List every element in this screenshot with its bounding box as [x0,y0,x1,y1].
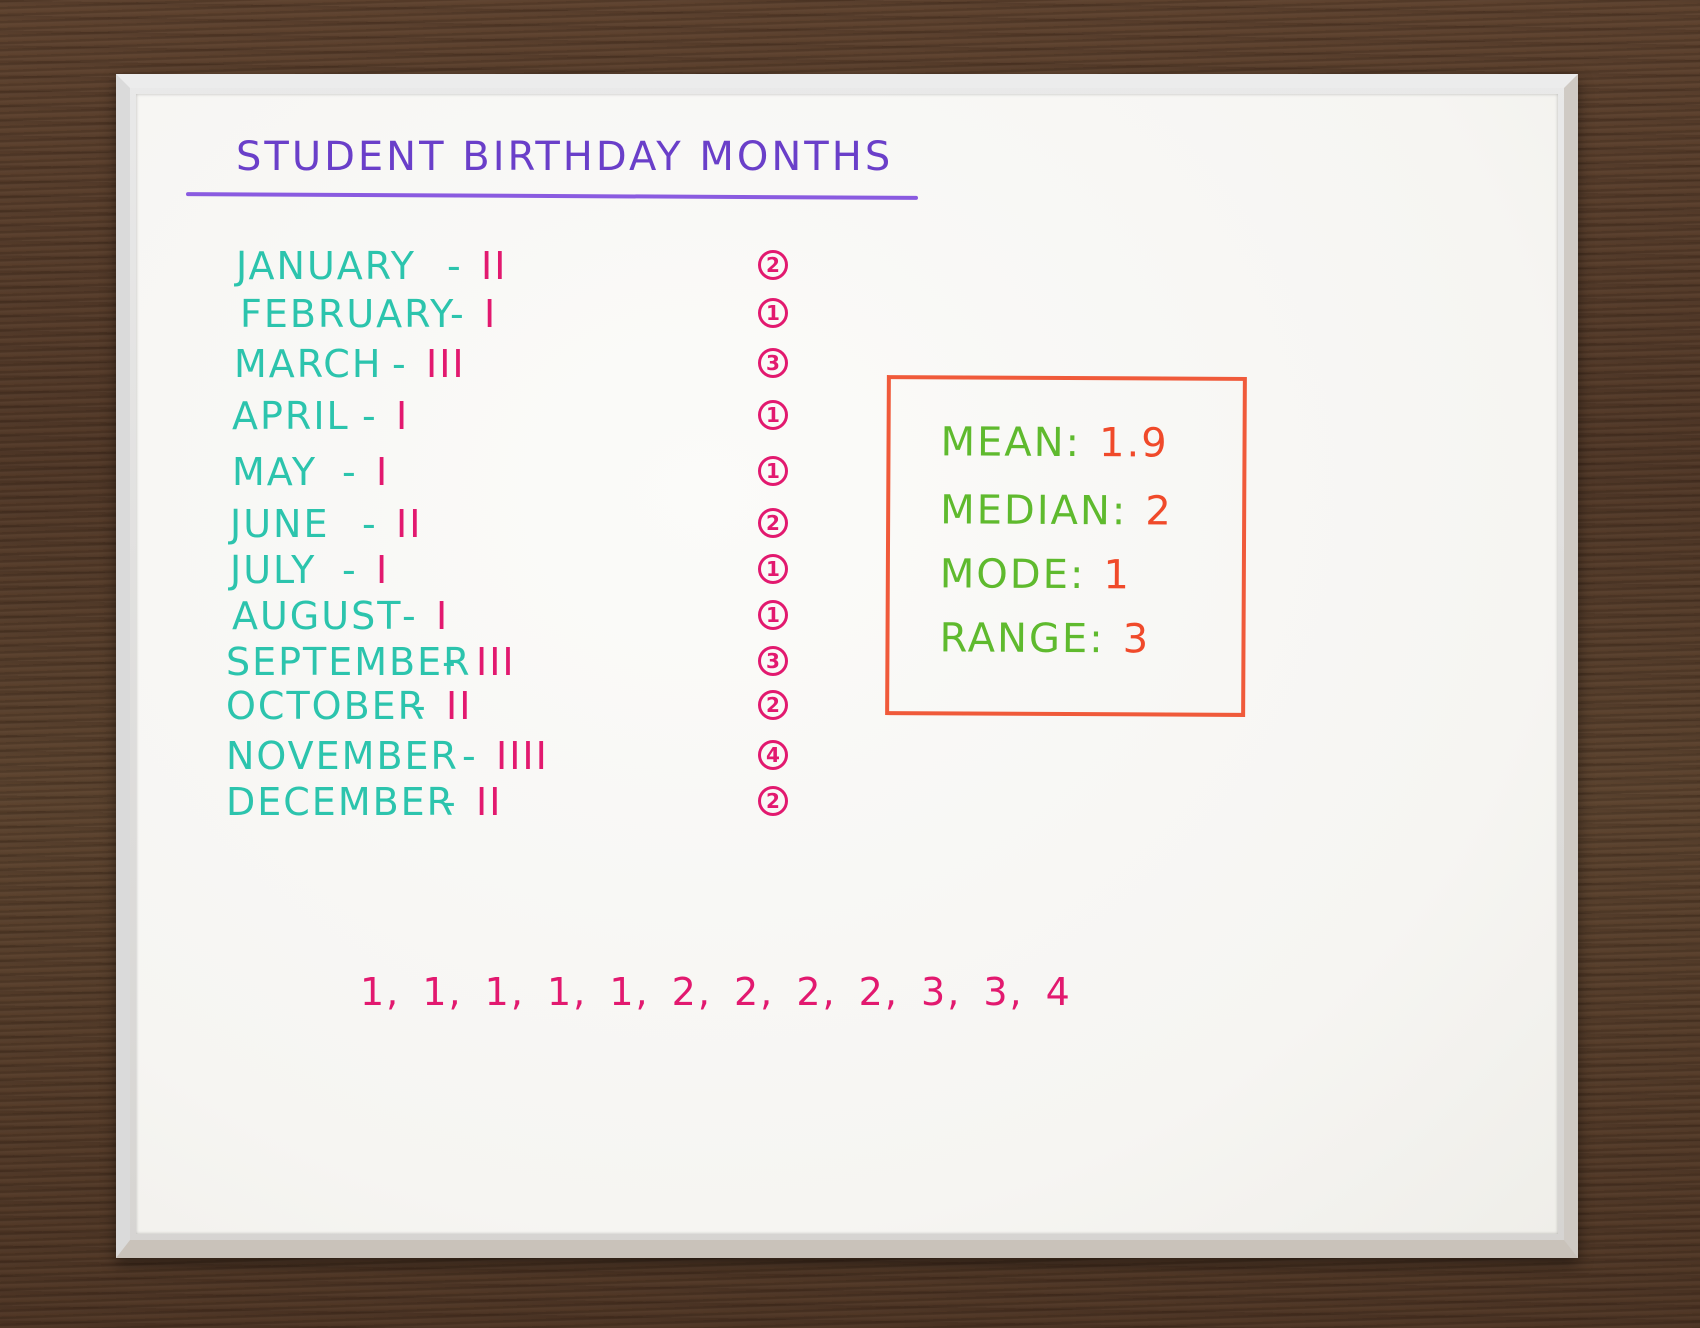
month-name: NOVEMBER [226,734,459,778]
tally-marks: II [396,502,423,546]
month-name: OCTOBER [226,684,427,728]
tally-marks: IIII [496,734,549,778]
month-separator: - [442,640,458,684]
month-name: AUGUST [232,594,403,638]
month-row-may: MAY - I 1 [226,450,788,500]
circled-count: 3 [758,646,788,676]
month-separator: - [462,734,478,778]
month-name: APRIL [232,394,350,438]
circled-count: 1 [758,600,788,630]
month-row-january: JANUARY - II 2 [226,244,788,294]
whiteboard-frame: STUDENT BIRTHDAY MONTHS JANUARY - II 2 FEBRU… [116,74,1578,1258]
month-row-february: FEBRUARY - I 1 [226,292,788,342]
circled-count: 4 [758,740,788,770]
month-row-september: SEPTEMBER - III 3 [226,640,788,690]
circled-count: 1 [758,456,788,486]
circled-count: 3 [758,348,788,378]
title-underline [185,192,919,200]
month-separator: - [450,292,466,336]
month-row-december: DECEMBER - II 2 [226,780,788,830]
tally-marks: II [476,780,503,824]
month-row-march: MARCH - III 3 [226,342,788,392]
stat-row-mode: MODE: 1 [940,551,1131,598]
stat-label: MEAN: [940,419,1082,467]
stat-label: RANGE: [939,615,1105,663]
tally-marks: I [484,292,498,336]
stat-value: 3 [1122,616,1151,663]
sorted-values-list: 1, 1, 1, 1, 1, 2, 2, 2, 2, 3, 3, 4 [360,970,1072,1014]
month-name: MAY [232,450,318,494]
circled-count: 2 [758,690,788,720]
month-row-july: JULY - I 1 [226,548,788,598]
month-row-june: JUNE - II 2 [226,502,788,552]
tally-marks: II [481,244,508,288]
month-separator: - [342,548,358,592]
month-name: FEBRUARY [240,292,456,336]
circled-count: 1 [758,554,788,584]
stat-row-range: RANGE: 3 [939,615,1150,662]
board-title: STUDENT BIRTHDAY MONTHS [236,134,894,180]
month-separator: - [362,502,378,546]
month-name: JULY [230,548,317,592]
month-name: JUNE [230,502,330,546]
circled-count: 2 [758,250,788,280]
stat-row-mean: MEAN: 1.9 [940,419,1168,466]
stat-row-median: MEDIAN: 2 [940,487,1173,534]
stat-value: 1 [1103,552,1131,599]
month-row-august: AUGUST - I 1 [226,594,788,644]
month-name: JANUARY [236,244,416,288]
month-name: DECEMBER [226,780,456,824]
stat-label: MEDIAN: [940,487,1128,535]
month-row-november: NOVEMBER - IIII 4 [226,734,788,784]
whiteboard-surface: STUDENT BIRTHDAY MONTHS JANUARY - II 2 FEBRU… [136,94,1558,1234]
circled-count: 2 [758,786,788,816]
month-separator: - [342,450,358,494]
circled-count: 2 [758,508,788,538]
tally-marks: I [396,394,410,438]
month-name: SEPTEMBER [226,640,472,684]
circled-count: 1 [758,400,788,430]
stat-value: 2 [1145,488,1173,535]
stat-label: MODE: [939,551,1086,599]
stat-value: 1.9 [1098,420,1169,467]
month-separator: - [442,780,458,824]
statistics-box: MEAN: 1.9 MEDIAN: 2 MODE: 1 RANGE: 3 [885,375,1247,717]
month-row-october: OCTOBER - II 2 [226,684,788,734]
month-row-april: APRIL - I 1 [226,394,788,444]
month-separator: - [447,244,463,288]
tally-marks: I [436,594,450,638]
tally-marks: III [426,342,466,386]
tally-marks: I [376,548,390,592]
tally-marks: II [446,684,473,728]
month-separator: - [402,594,418,638]
tally-marks: I [376,450,390,494]
month-name: MARCH [234,342,383,386]
circled-count: 1 [758,298,788,328]
month-separator: - [362,394,378,438]
month-separator: - [412,684,428,728]
month-separator: - [392,342,408,386]
tally-marks: III [476,640,516,684]
